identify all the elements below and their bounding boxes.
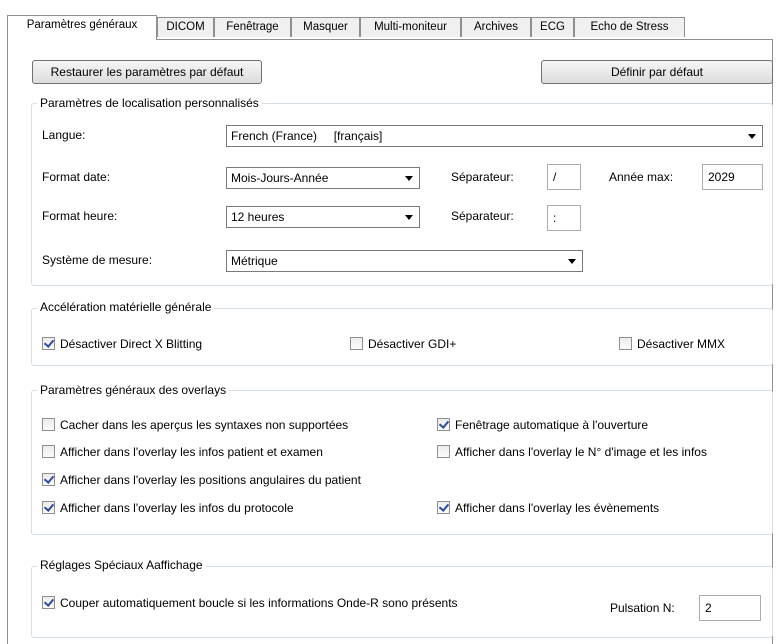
tab-dicom[interactable]: DICOM (157, 17, 214, 37)
tab-masquer[interactable]: Masquer (291, 17, 360, 37)
measure-value: Métrique (231, 254, 278, 268)
checkbox-box[interactable] (42, 418, 55, 431)
checkbox-box[interactable] (619, 337, 632, 350)
checkbox-box[interactable] (42, 501, 55, 514)
checkbox-label: Afficher dans l'overlay les évènements (455, 501, 660, 515)
max-year-label: Année max: (609, 170, 674, 184)
checkbox-box[interactable] (437, 445, 450, 458)
chevron-down-icon (568, 259, 576, 264)
checkbox-label: Désactiver MMX (637, 337, 726, 351)
tab-fenetrage[interactable]: Fenêtrage (214, 17, 291, 37)
time-format-value: 12 heures (231, 210, 285, 224)
language-select-value: French (France) [français] (231, 129, 383, 143)
chevron-down-icon (405, 215, 413, 220)
checkbox-label: Cacher dans les aperçus les syntaxes non… (60, 418, 349, 432)
chevron-down-icon (405, 176, 413, 181)
checkbox-box[interactable] (42, 473, 55, 486)
auto-windowing-checkbox[interactable]: Fenêtrage automatique à l'ouverture (437, 418, 648, 434)
measure-label: Système de mesure: (42, 253, 153, 267)
tab-parametres-generaux[interactable]: Paramètres généraux (7, 15, 157, 40)
chevron-down-icon (748, 134, 756, 139)
date-separator-label: Séparateur: (451, 170, 514, 184)
checkbox-label: Afficher dans l'overlay les infos du pro… (60, 501, 294, 515)
date-format-select[interactable]: Mois-Jours-Année (226, 167, 420, 189)
checkbox-label: Couper automatiquement boucle si les inf… (60, 596, 458, 610)
checkbox-box[interactable] (42, 337, 55, 350)
checkbox-label: Fenêtrage automatique à l'ouverture (455, 418, 649, 432)
localisation-group-title: Paramètres de localisation personnalisés (37, 96, 262, 110)
tab-echo-de-stress[interactable]: Echo de Stress (574, 17, 685, 37)
time-separator-input[interactable]: : (547, 205, 581, 231)
measure-select[interactable]: Métrique (226, 250, 583, 272)
checkbox-box[interactable] (437, 501, 450, 514)
time-separator-label: Séparateur: (451, 209, 514, 223)
auto-cut-loop-checkbox[interactable]: Couper automatiquement boucle si les inf… (42, 596, 458, 612)
checkbox-label: Désactiver GDI+ (368, 337, 457, 351)
date-format-value: Mois-Jours-Année (231, 171, 329, 185)
overlay-angular-positions-checkbox[interactable]: Afficher dans l'overlay les positions an… (42, 473, 361, 489)
special-display-group-title: Réglages Spéciaux Aaffichage (37, 558, 206, 572)
overlay-protocol-info-checkbox[interactable]: Afficher dans l'overlay les infos du pro… (42, 501, 294, 517)
date-format-label: Format date: (42, 170, 111, 184)
tab-ecg[interactable]: ECG (531, 17, 574, 37)
time-format-label: Format heure: (42, 209, 118, 223)
pulsation-input[interactable]: 2 (699, 595, 761, 621)
disable-directx-checkbox[interactable]: Désactiver Direct X Blitting (42, 337, 202, 353)
overlay-events-checkbox[interactable]: Afficher dans l'overlay les évènements (437, 501, 659, 517)
disable-gdi-checkbox[interactable]: Désactiver GDI+ (350, 337, 456, 353)
checkbox-label: Afficher dans l'overlay les infos patien… (60, 445, 323, 459)
max-year-input[interactable]: 2029 (702, 164, 763, 190)
checkbox-box[interactable] (42, 596, 55, 609)
checkbox-box[interactable] (437, 418, 450, 431)
language-select[interactable]: French (France) [français] (226, 125, 763, 147)
restore-defaults-button[interactable]: Restaurer les paramètres par défaut (32, 60, 262, 84)
checkbox-box[interactable] (42, 445, 55, 458)
tab-archives[interactable]: Archives (461, 17, 531, 37)
hide-unsupported-syntax-checkbox[interactable]: Cacher dans les aperçus les syntaxes non… (42, 418, 348, 434)
overlay-patient-info-checkbox[interactable]: Afficher dans l'overlay les infos patien… (42, 445, 323, 461)
set-default-button[interactable]: Définir par défaut (541, 60, 773, 84)
tab-multi-moniteur[interactable]: Multi-moniteur (360, 17, 461, 37)
checkbox-label: Désactiver Direct X Blitting (60, 337, 203, 351)
checkbox-label: Afficher dans l'overlay les positions an… (60, 473, 361, 487)
time-format-select[interactable]: 12 heures (226, 206, 420, 228)
overlay-image-number-checkbox[interactable]: Afficher dans l'overlay le N° d'image et… (437, 445, 707, 461)
date-separator-input[interactable]: / (547, 164, 581, 190)
acceleration-group-title: Accélération matérielle générale (37, 300, 215, 314)
checkbox-label: Afficher dans l'overlay le N° d'image et… (455, 445, 707, 459)
disable-mmx-checkbox[interactable]: Désactiver MMX (619, 337, 725, 353)
language-label: Langue: (42, 128, 86, 142)
checkbox-box[interactable] (350, 337, 363, 350)
pulsation-label: Pulsation N: (610, 601, 675, 615)
overlays-group-title: Paramètres généraux des overlays (37, 383, 230, 397)
